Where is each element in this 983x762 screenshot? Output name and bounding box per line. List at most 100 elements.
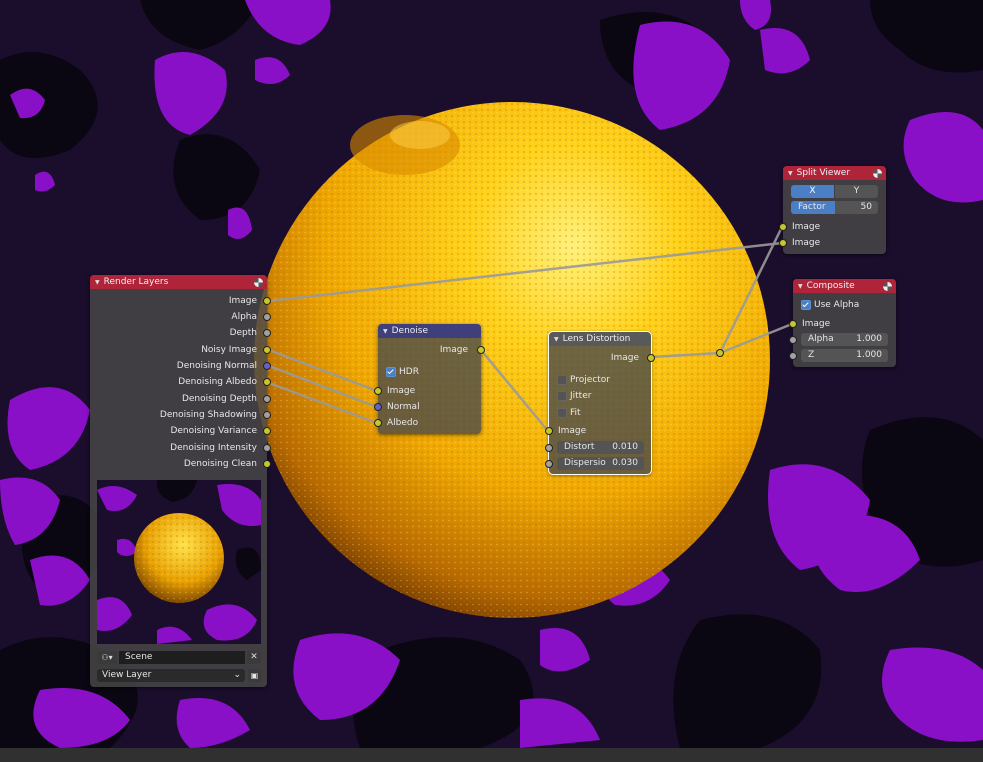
socket-albedo-out[interactable] [263,378,271,386]
socket-variance-out[interactable] [263,427,271,435]
composite-header[interactable]: ▼ Composite [793,279,896,293]
link-image-to-splitviewer [268,241,783,303]
view-layer-label: View Layer [102,670,152,680]
socket-normal-in[interactable] [374,403,382,411]
node-title: Render Layers [103,277,169,287]
collapse-arrow-icon[interactable]: ▼ [383,328,388,335]
output-noisy-image: Noisy Image [201,345,257,355]
chevron-down-icon: ⌄ [233,670,241,680]
socket-shadowing-out[interactable] [263,411,271,419]
input-image-2: Image [792,238,821,248]
socket-clean-out[interactable] [263,460,271,468]
output-denoising-clean: Denoising Clean [183,459,257,469]
socket-image-in[interactable] [374,387,382,395]
scene-name-field[interactable]: Scene [119,651,245,664]
collapse-arrow-icon[interactable]: ▼ [798,283,803,290]
socket-image-in[interactable] [545,427,553,435]
render-icon[interactable] [254,277,263,287]
projector-checkbox[interactable]: Projector [557,373,610,387]
distort-value: 0.010 [612,442,638,452]
lens-distortion-header[interactable]: ▼ Lens Distortion [549,332,651,346]
view-layer-selector[interactable]: View Layer ⌄ ▣ [97,669,262,682]
z-value: 1.000 [856,350,882,360]
view-layer-dropdown[interactable]: View Layer ⌄ [97,669,245,682]
output-denoising-albedo: Denoising Albedo [178,377,257,387]
fit-checkbox[interactable]: Fit [557,406,581,420]
output-denoising-intensity: Denoising Intensity [170,443,257,453]
socket-alpha-in[interactable] [789,336,797,344]
dispersion-field[interactable]: Dispersio 0.030 [557,457,644,470]
scene-selector[interactable]: ⚇▾ Scene ✕ [97,651,262,664]
socket-depth-out[interactable] [263,329,271,337]
socket-dispersion-in[interactable] [545,460,553,468]
socket-ddepth-out[interactable] [263,395,271,403]
factor-slider[interactable]: Factor 50 [791,201,878,214]
socket-image-in[interactable] [789,320,797,328]
projector-checkbox-icon [557,374,567,385]
render-icon[interactable] [873,168,882,178]
fit-checkbox-icon [557,407,567,418]
lens-distortion-node[interactable]: ▼ Lens Distortion Image Projector Jitter… [545,331,655,475]
alpha-value: 1.000 [856,334,882,344]
input-albedo: Albedo [387,418,419,428]
split-viewer-node[interactable]: ▼ Split Viewer X Y Factor 50 Image Image [779,166,886,254]
socket-z-in[interactable] [789,352,797,360]
socket-distort-in[interactable] [545,444,553,452]
render-layers-header[interactable]: ▼ Render Layers [90,275,267,289]
link-albedo-to-denoise [268,381,378,425]
scene-clear-icon[interactable]: ✕ [247,651,261,664]
socket-image-in-2[interactable] [779,239,787,247]
collapse-arrow-icon[interactable]: ▼ [788,170,793,177]
output-denoising-normal: Denoising Normal [176,361,257,371]
socket-noisy-out[interactable] [263,346,271,354]
collapse-arrow-icon[interactable]: ▼ [554,336,559,343]
render-layers-node[interactable]: ▼ Render Layers Image Alpha Depth Noisy … [90,275,271,687]
hdr-checkbox-icon [386,366,396,377]
projector-label: Projector [570,375,610,385]
link-noisy-to-denoise [268,348,378,393]
z-label: Z [808,350,815,360]
z-field[interactable]: Z 1.000 [801,349,888,362]
socket-image-out[interactable] [263,297,271,305]
input-image: Image [387,386,416,396]
denoise-header[interactable]: ▼ Denoise [378,324,481,338]
split-y-toggle[interactable]: Y [835,185,878,198]
input-image: Image [802,319,831,329]
socket-intensity-out[interactable] [263,444,271,452]
hdr-checkbox[interactable]: HDR [386,365,419,379]
split-x-toggle[interactable]: X [791,185,834,198]
alpha-field[interactable]: Alpha 1.000 [801,333,888,346]
hdr-label: HDR [399,367,419,377]
socket-image-in-1[interactable] [779,223,787,231]
split-viewer-header[interactable]: ▼ Split Viewer [783,166,886,180]
scene-browse-button[interactable]: ⚇▾ [97,651,117,664]
dispersion-label: Dispersio [564,458,606,468]
fit-label: Fit [570,408,581,418]
node-title: Composite [806,281,855,291]
composite-node[interactable]: ▼ Composite Use Alpha Image Alpha 1.000 … [789,279,896,367]
socket-albedo-in[interactable] [374,419,382,427]
jitter-checkbox[interactable]: Jitter [557,389,591,403]
distort-field[interactable]: Distort 0.010 [557,441,644,454]
socket-image-out[interactable] [477,346,485,354]
input-image-1: Image [792,222,821,232]
dispersion-value: 0.030 [612,458,638,468]
use-alpha-checkbox[interactable]: Use Alpha [801,298,859,312]
status-bar [0,748,983,762]
factor-label: Factor [798,202,826,212]
output-image: Image [439,345,468,355]
output-depth: Depth [229,328,257,338]
use-alpha-checkbox-icon [801,299,811,310]
output-denoising-depth: Denoising Depth [181,394,257,404]
collapse-arrow-icon[interactable]: ▼ [95,279,100,286]
node-title: Denoise [391,326,429,336]
factor-value: 50 [860,202,872,212]
node-title: Lens Distortion [562,334,631,344]
socket-alpha-out[interactable] [263,313,271,321]
socket-normal-out[interactable] [263,362,271,370]
render-icon[interactable] [883,281,892,291]
socket-image-out[interactable] [647,354,655,362]
denoise-node[interactable]: ▼ Denoise Image HDR Image Normal Albedo [374,324,485,434]
render-layer-icon[interactable]: ▣ [248,669,261,682]
link-denoise-to-lens [480,349,549,432]
